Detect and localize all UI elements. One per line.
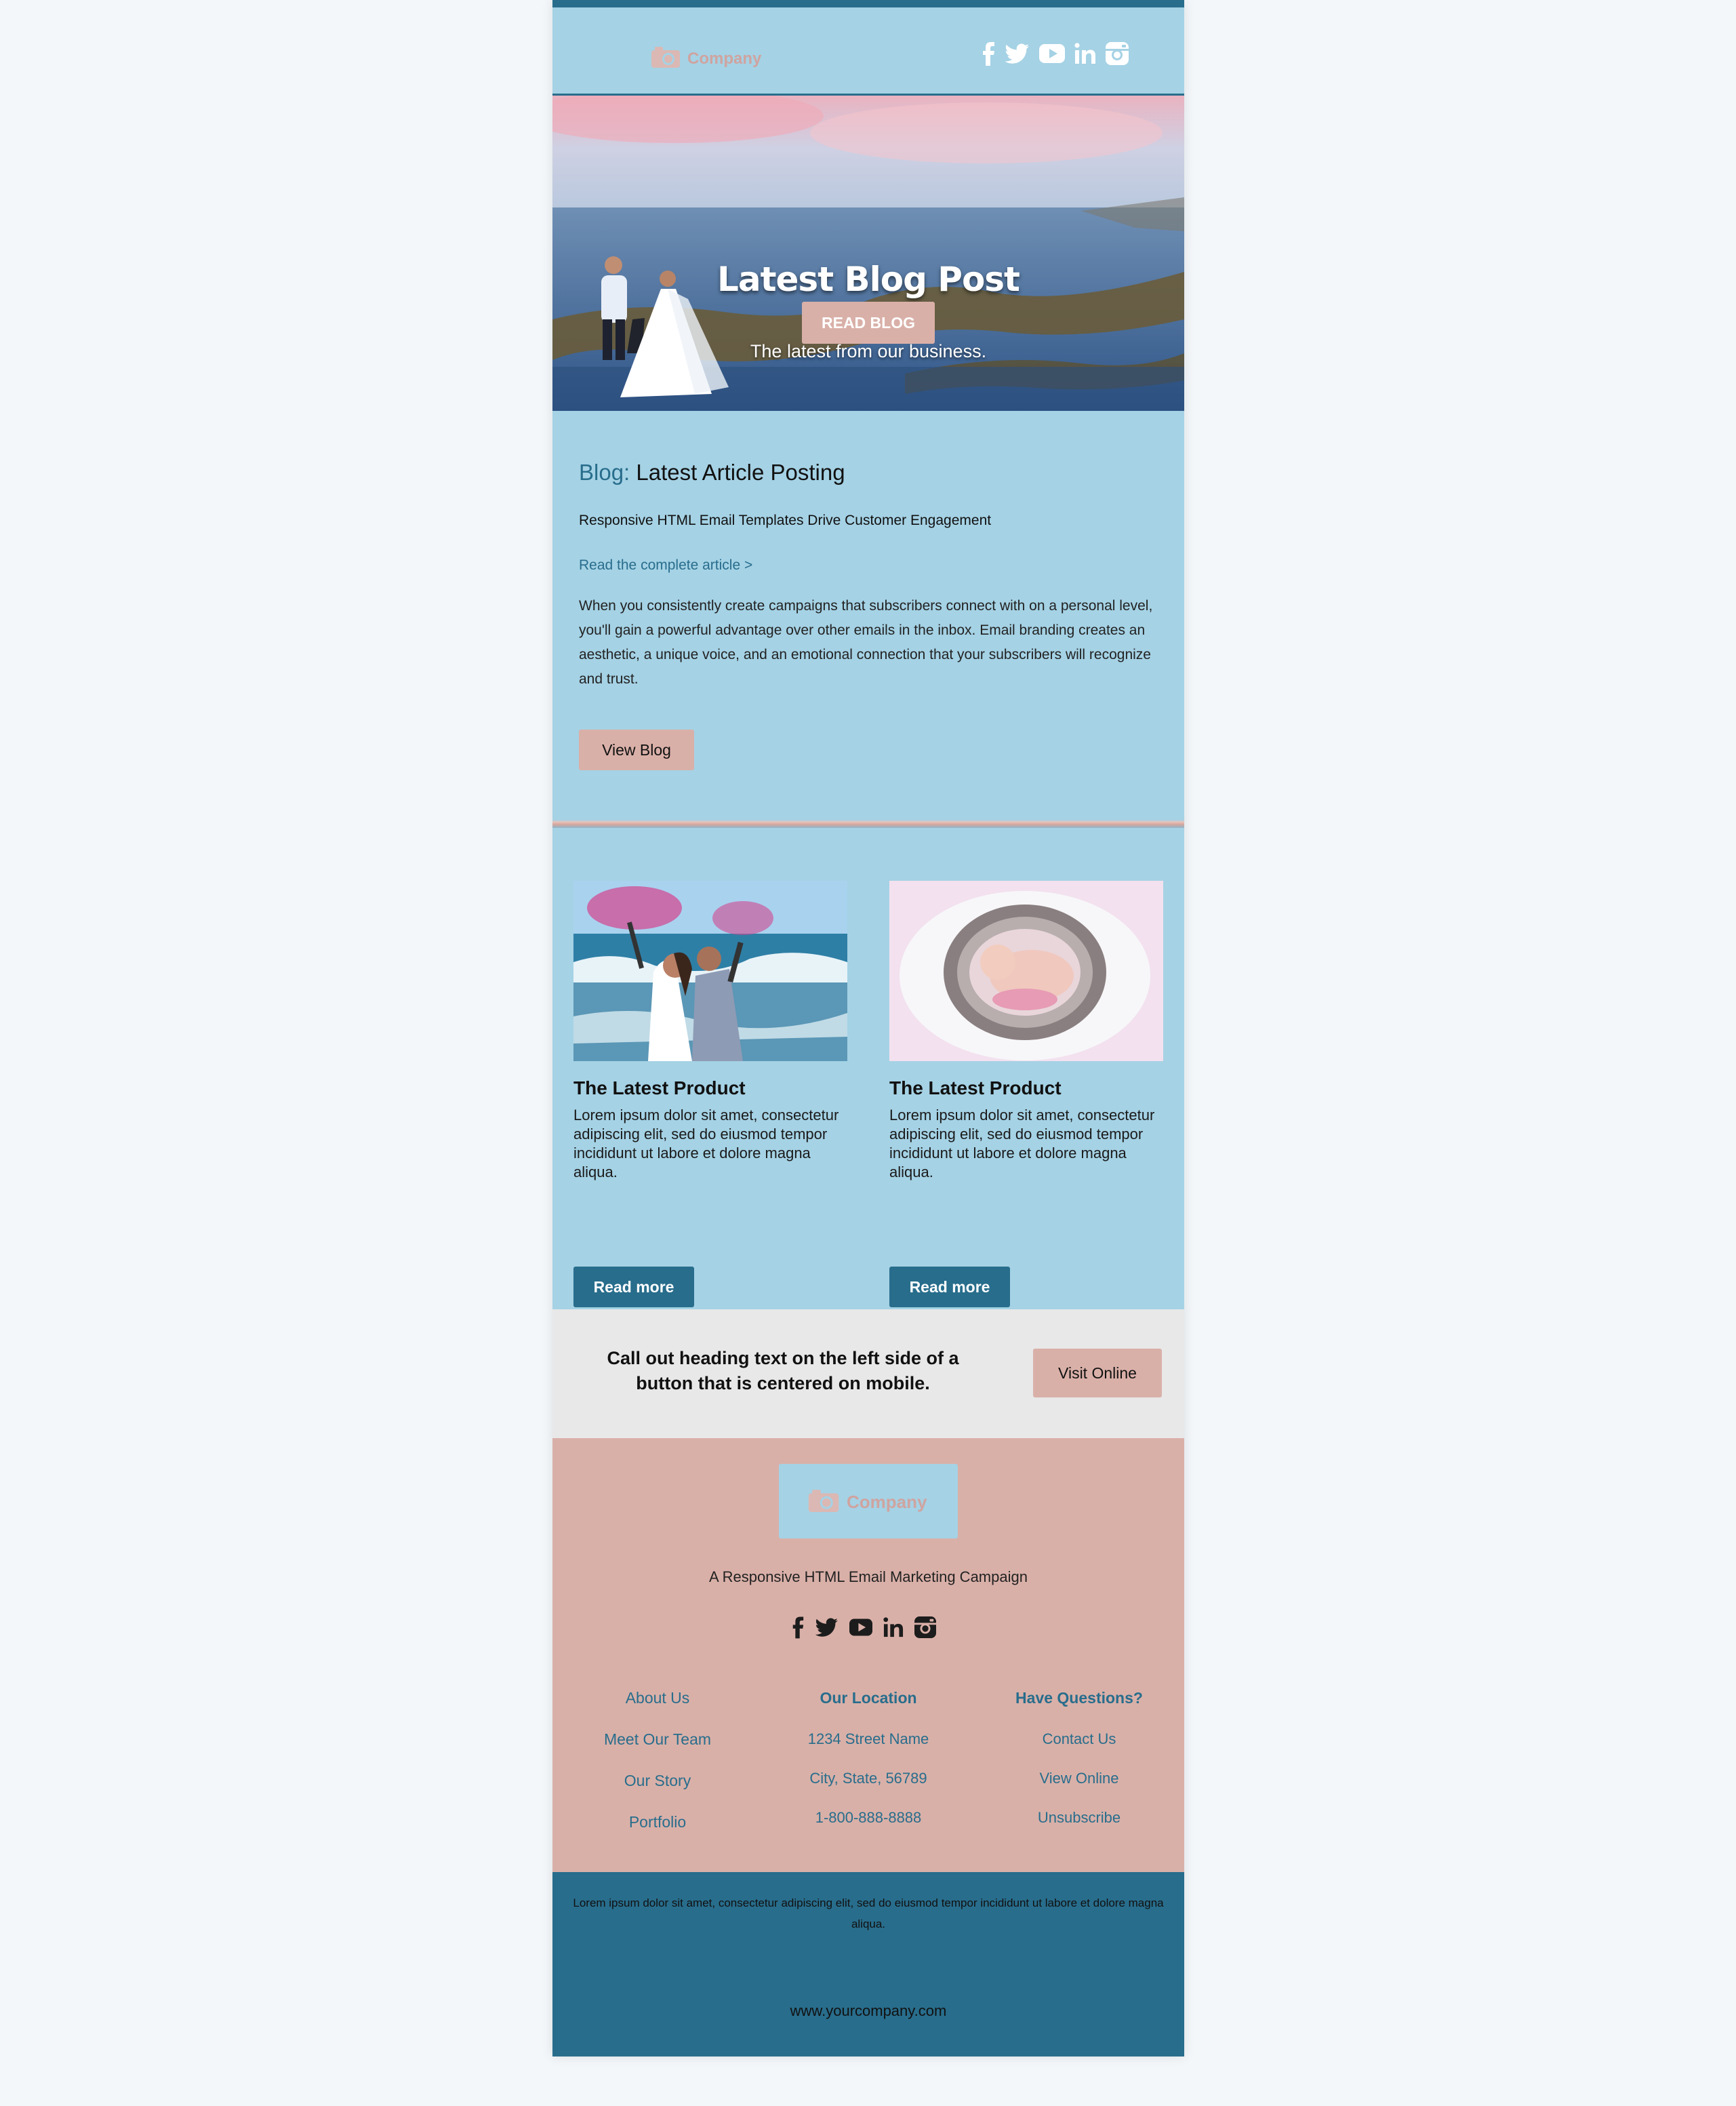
- blog-heading-text: Latest Article Posting: [636, 460, 845, 485]
- footer-city-state: City, State, 56789: [809, 1770, 927, 1787]
- top-accent-bar: [552, 0, 1184, 7]
- section-divider: [552, 820, 1184, 828]
- product-card: The Latest Product Lorem ipsum dolor sit…: [889, 881, 1163, 1307]
- logo-text: Company: [687, 49, 762, 68]
- twitter-icon[interactable]: [1005, 43, 1030, 64]
- footer-tagline: A Responsive HTML Email Marketing Campai…: [709, 1568, 1028, 1585]
- hero-banner: Latest Blog Post The latest from our bus…: [552, 96, 1184, 411]
- footer-questions: Have Questions? Contact Us View Online U…: [977, 1689, 1181, 1848]
- hero-background-image: [552, 96, 1184, 411]
- footer-link-unsubscribe[interactable]: Unsubscribe: [977, 1809, 1181, 1848]
- product-image[interactable]: [889, 881, 1163, 1061]
- footer-link-contact-us[interactable]: Contact Us: [977, 1730, 1181, 1770]
- linkedin-icon[interactable]: [1074, 43, 1096, 64]
- twitter-icon[interactable]: [815, 1618, 839, 1637]
- footer-street-address: 1234 Street Name: [807, 1730, 929, 1747]
- product-description: Lorem ipsum dolor sit amet, consectetur …: [889, 1107, 1155, 1180]
- blog-section: READ BLOG Blog: Latest Article Posting R…: [552, 302, 1184, 828]
- view-blog-button[interactable]: View Blog: [579, 730, 694, 770]
- linkedin-icon[interactable]: [883, 1617, 904, 1637]
- facebook-icon[interactable]: [791, 1616, 805, 1639]
- callout-heading: Call out heading text on the left side o…: [607, 1348, 959, 1393]
- blog-heading-keyword: Blog:: [579, 460, 630, 485]
- email-header: Company: [552, 7, 1184, 96]
- footer-link-about-us[interactable]: About Us: [556, 1689, 759, 1730]
- footer-link-view-online[interactable]: View Online: [977, 1770, 1181, 1809]
- footer-logo-box[interactable]: Company: [779, 1464, 958, 1538]
- footer-logo-text: Company: [847, 1492, 927, 1512]
- product-image[interactable]: [573, 881, 847, 1061]
- footer-social-icons: [791, 1616, 936, 1639]
- footer-link-our-story[interactable]: Our Story: [556, 1772, 759, 1813]
- footer-link-portfolio[interactable]: Portfolio: [556, 1813, 759, 1854]
- footer-location-heading: Our Location: [820, 1689, 917, 1707]
- blog-heading: Blog: Latest Article Posting: [579, 460, 845, 485]
- footer-questions-heading: Have Questions?: [1015, 1689, 1143, 1707]
- footer-phone[interactable]: 1-800-888-8888: [767, 1809, 970, 1848]
- facebook-icon[interactable]: [981, 41, 996, 66]
- youtube-icon[interactable]: [849, 1618, 872, 1636]
- fine-print-text: Lorem ipsum dolor sit amet, consectetur …: [573, 1896, 1164, 1930]
- instagram-icon[interactable]: [914, 1616, 936, 1638]
- website-link[interactable]: www.yourcompany.com: [552, 2002, 1184, 2020]
- instagram-icon[interactable]: [1106, 42, 1129, 65]
- footer: Company A Responsive HTML Email Marketin…: [552, 1438, 1184, 1872]
- footer-logo: Company: [807, 1488, 927, 1516]
- hero-title: Latest Blog Post: [717, 260, 1020, 299]
- header-logo[interactable]: Company: [651, 45, 761, 72]
- footer-fine-print: Lorem ipsum dolor sit amet, consectetur …: [552, 1872, 1184, 2057]
- blog-body-text: When you consistently create campaigns t…: [579, 598, 1153, 687]
- products-section: The Latest Product Lorem ipsum dolor sit…: [552, 828, 1184, 1309]
- hero-subtitle: The latest from our business.: [750, 341, 987, 361]
- header-social-icons: [981, 41, 1129, 66]
- read-more-button[interactable]: Read more: [573, 1267, 694, 1307]
- product-description: Lorem ipsum dolor sit amet, consectetur …: [573, 1107, 839, 1180]
- read-blog-button[interactable]: READ BLOG: [802, 302, 935, 344]
- product-card: The Latest Product Lorem ipsum dolor sit…: [573, 881, 847, 1307]
- visit-online-button[interactable]: Visit Online: [1033, 1349, 1162, 1397]
- read-more-button[interactable]: Read more: [889, 1267, 1010, 1307]
- youtube-icon[interactable]: [1039, 44, 1065, 63]
- email-container: Company Latest Blog Post The latest from…: [552, 0, 1184, 2057]
- camera-icon: [807, 1488, 840, 1516]
- footer-location: Our Location 1234 Street Name City, Stat…: [767, 1689, 970, 1848]
- product-title: The Latest Product: [889, 1077, 1062, 1098]
- footer-link-meet-our-team[interactable]: Meet Our Team: [556, 1730, 759, 1772]
- footer-links-about: About Us Meet Our Team Our Story Portfol…: [556, 1689, 759, 1854]
- callout-section: Call out heading text on the left side o…: [552, 1309, 1184, 1438]
- read-article-link[interactable]: Read the complete article >: [579, 557, 752, 574]
- camera-icon: [651, 45, 681, 72]
- product-title: The Latest Product: [573, 1077, 746, 1098]
- blog-subtitle: Responsive HTML Email Templates Drive Cu…: [579, 513, 992, 528]
